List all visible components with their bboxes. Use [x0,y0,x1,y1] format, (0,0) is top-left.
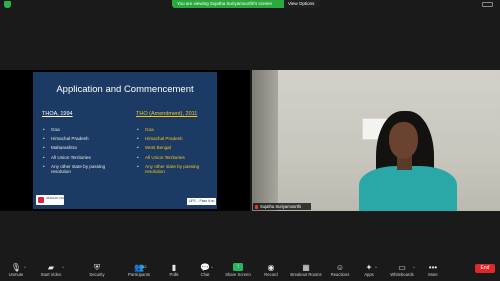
unmute-button[interactable]: 🎙 ^ Unmute [2,259,30,281]
participants-count: 32 [142,264,147,269]
chat-button[interactable]: 💬 ^ Chat [196,259,214,281]
right-column-heading: THO (Amendment), 2011 [136,111,198,117]
chevron-up-icon[interactable]: ^ [24,265,26,270]
chat-label: Chat [200,272,210,277]
more-button[interactable]: ••• More [424,259,442,281]
chevron-up-icon[interactable]: ^ [375,265,377,270]
polls-button[interactable]: ▮ Polls [164,259,184,281]
more-dots-icon: ••• [428,263,438,272]
slide-title: Application and Commencement [56,84,194,95]
start-video-label: Start Video [40,272,62,277]
list-item: Himachal Pradesh [137,136,215,141]
reactions-button[interactable]: ☺ Reactions [328,259,352,281]
apps-label: Apps [364,272,374,277]
list-item: Goa [43,127,123,132]
left-bullet-list: Goa Himachal Pradesh Maharashtra All Uni… [43,127,123,178]
reactions-label: Reactions [330,272,350,277]
reactions-smiley-icon: ☺ [335,263,345,272]
view-options-button[interactable]: View Options [284,0,320,8]
top-banner: You are viewing Sujatha Suriyamoorthi's … [0,0,500,9]
whiteboard-icon: ▭ [398,263,406,272]
record-label: Record [264,272,278,277]
participant-face [389,122,418,159]
list-item: Any other state by passing resolution [43,164,123,174]
participant-video-tile[interactable] [252,70,500,211]
list-item: Himachal Pradesh [43,136,123,141]
view-options-label: View Options [288,1,315,6]
chevron-up-icon[interactable]: ^ [62,265,64,270]
participants-button[interactable]: 👥 32 Participants [122,259,156,281]
participant-clothing [359,166,457,211]
fullscreen-icon[interactable] [482,2,493,7]
record-button[interactable]: ◉ Record [260,259,282,281]
video-camera-icon: ▰ [47,263,55,272]
college-logo: MURAHI COLLEGE [36,195,73,205]
chevron-up-icon[interactable]: ^ [413,265,415,270]
polls-label: Polls [169,272,179,277]
unmute-label: Unmute [8,272,24,277]
apps-button[interactable]: ✦ ^ Apps [360,259,378,281]
meeting-toolbar: 🎙 ^ Unmute ▰ ^ Start Video ⛨ Security 👥 … [0,259,500,281]
end-meeting-button[interactable]: End [475,264,495,273]
presentation-slide: Application and Commencement THOA, 1994 … [33,72,217,209]
list-item: West Bengal [137,145,215,150]
participant-name: Sujatha Suriyamoorthi [260,204,302,209]
security-button[interactable]: ⛨ Security [84,259,110,281]
security-label: Security [89,272,105,277]
list-item: All Union Territories [43,155,123,160]
slide-footer-tag: LIFE... Pass it on [187,198,216,205]
list-item: All Union Territories [137,155,215,160]
right-bullet-list: Goa Himachal Pradesh West Bengal All Uni… [137,127,215,178]
more-label: More [428,272,438,277]
chevron-up-icon[interactable]: ^ [211,265,213,270]
chat-bubble-icon: 💬 [200,263,210,272]
participant-name-tag: Sujatha Suriyamoorthi [253,203,311,210]
participants-label: Participants [128,272,150,277]
breakout-rooms-label: Breakout Rooms [290,272,322,277]
list-item: Maharashtra [43,145,123,150]
shield-icon: ⛨ [94,263,100,272]
record-icon: ◉ [267,263,275,272]
logo-mark-icon [38,197,44,203]
logo-text: MURAHI COLLEGE [46,196,73,200]
share-screen-label: Share Screen [225,272,251,277]
apps-icon: ✦ [365,263,373,272]
list-item: Goa [137,127,215,132]
polls-icon: ▮ [171,263,177,272]
video-background-wall [252,70,278,211]
mic-muted-icon: 🎙 [10,263,22,272]
whiteboards-button[interactable]: ▭ ^ Whiteboards [388,259,416,281]
left-column-heading: THOA, 1994 [42,111,73,117]
whiteboards-label: Whiteboards [390,272,414,277]
breakout-rooms-icon: ▦ [302,263,310,272]
list-item: Any other state by passing resolution [137,164,215,174]
breakout-rooms-button[interactable]: ▦ Breakout Rooms [288,259,324,281]
share-screen-button[interactable]: ↑ Share Screen [224,259,252,281]
share-screen-icon: ↑ [233,263,243,271]
muted-mic-icon [255,204,258,209]
start-video-button[interactable]: ▰ ^ Start Video [35,259,67,281]
shield-icon[interactable] [4,1,11,8]
viewing-screen-text: You are viewing Sujatha Suriyamoorthi's … [177,1,272,6]
